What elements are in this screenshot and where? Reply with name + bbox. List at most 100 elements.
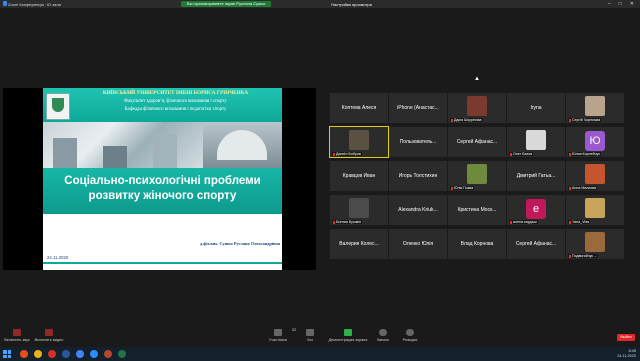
share-screen-label: Демонстрация экрана <box>328 338 368 342</box>
slide-date: 24.11.2020 <box>47 255 69 260</box>
microphone-muted-icon <box>569 220 571 224</box>
unmute-button[interactable]: Включить звук <box>4 329 30 342</box>
presentation-slide: КИЇВСЬКИЙ УНІВЕРСИТЕТ ІМЕНІ БОРИСА ГРІНЧ… <box>43 88 282 270</box>
participant-name: Дмитрий Гатьа... <box>516 173 556 179</box>
participant-tile[interactable]: Кристина Моск... <box>448 195 506 225</box>
excel-icon[interactable] <box>118 350 126 358</box>
slide-divider <box>43 262 282 264</box>
participant-label: Дарія Шкурінова <box>450 118 483 122</box>
participant-tile[interactable]: Ксения Бушмін <box>330 195 388 225</box>
slide-author: д.фіз.вих. Сушко Руслана Олександрівна <box>200 241 280 246</box>
participants-button[interactable]: Участники <box>266 329 290 342</box>
participant-name: Alexandra Kriuk... <box>398 207 438 213</box>
participant-tile[interactable]: Коптева Алеся <box>330 93 388 123</box>
shared-screen-viewer: КИЇВСЬКИЙ УНІВЕРСИТЕТ ІМЕНІ БОРИСА ГРІНЧ… <box>3 88 316 270</box>
participant-tile[interactable]: Yana_Vlas <box>566 195 624 225</box>
file-explorer-icon[interactable] <box>34 350 42 358</box>
leave-meeting-button[interactable]: Выйти <box>617 334 635 341</box>
participant-avatar: Ю <box>585 131 605 151</box>
participant-video <box>467 164 487 184</box>
participant-tile[interactable]: Пользователь... <box>389 127 447 157</box>
participant-label-text: Ксения Бушмін <box>336 220 362 224</box>
minimize-icon[interactable]: – <box>608 1 611 7</box>
campus-building-photo <box>203 122 282 168</box>
powerpoint-icon[interactable] <box>104 350 112 358</box>
participant-name: Оленко Юлія <box>402 241 434 247</box>
participant-label: Анна Малкова <box>568 186 597 190</box>
word-icon[interactable] <box>62 350 70 358</box>
participant-label: Юлия Корнейчук <box>568 152 601 156</box>
participant-tile[interactable]: Олег Бахов <box>507 127 565 157</box>
screen-share-banner: Вы просматриваете экран Руслана Сушко <box>180 1 272 7</box>
participant-label: Ксения Бушмін <box>332 220 363 224</box>
windows-start-icon[interactable] <box>3 350 11 358</box>
participant-name: Пользователь... <box>399 139 437 145</box>
system-clock[interactable]: 8:45 24.11.2020 <box>617 349 636 359</box>
participant-tile[interactable]: Сергей Афанас... <box>507 229 565 259</box>
zoom-logo-icon <box>3 1 7 6</box>
participant-tile[interactable]: Валерия Колес... <box>330 229 388 259</box>
app-icon-red[interactable] <box>48 350 56 358</box>
participant-tile[interactable]: Кравцов Иван <box>330 161 388 191</box>
chat-label: Чат <box>306 338 314 342</box>
camera-off-icon <box>45 329 53 336</box>
participant-name: Iryna <box>530 105 542 111</box>
participant-tile[interactable]: Сергій Чорномаз <box>566 93 624 123</box>
participant-tile[interactable]: Сергей Афанас... <box>448 127 506 157</box>
clock-date: 24.11.2020 <box>617 354 636 358</box>
start-video-button[interactable]: Включить видео <box>34 329 64 342</box>
participant-label: Сергій Чорномаз <box>568 118 602 122</box>
participant-label-text: Юлия Корнейчук <box>572 152 600 156</box>
maximize-icon[interactable]: □ <box>619 1 622 7</box>
participant-label: алена кардаш <box>509 220 538 224</box>
participant-tile[interactable]: Оленко Юлія <box>389 229 447 259</box>
campus-photo <box>43 122 203 168</box>
reactions-button[interactable]: Реакции <box>400 329 420 342</box>
participant-tile[interactable]: iPhone (Анастас... <box>389 93 447 123</box>
participants-label: Участники <box>268 338 288 342</box>
zoom-taskbar-icon[interactable] <box>90 350 98 358</box>
participant-tile[interactable]: Игорь Толстихин <box>389 161 447 191</box>
participant-label-text: Олег Бахов <box>513 152 533 156</box>
participant-name: Кристина Моск... <box>457 207 497 213</box>
view-options-button[interactable]: Настройки просмотра <box>331 2 372 7</box>
participant-label-text: Анна Малкова <box>572 186 596 190</box>
participant-tile[interactable]: Влад Корнова <box>448 229 506 259</box>
participant-name: Влад Корнова <box>460 241 494 247</box>
chevron-up-icon[interactable]: ▲ <box>474 76 480 82</box>
reactions-label: Реакции <box>402 338 418 342</box>
start-video-label: Включить видео <box>34 338 64 342</box>
chrome-icon[interactable] <box>76 350 84 358</box>
participant-video <box>349 130 369 150</box>
participant-tile[interactable]: е алена кардаш <box>507 195 565 225</box>
participant-tile[interactable]: Alexandra Kriuk... <box>389 195 447 225</box>
slide-title: Соціально-психологічні проблеми розвитку… <box>43 174 282 204</box>
meeting-controls: Включить звук Включить видео Участники 3… <box>0 327 640 347</box>
participant-name: Игорь Толстихин <box>398 173 438 179</box>
app-title: Zoom Конференція · ID зала <box>8 1 61 7</box>
participant-tile[interactable]: Юлія Гожва <box>448 161 506 191</box>
windows-taskbar: 8:45 24.11.2020 <box>0 347 640 361</box>
participant-tile[interactable]: Подвигайчук ... <box>566 229 624 259</box>
participant-gallery: Коптева Алеся iPhone (Анастас... Дарія Шку… <box>329 93 624 263</box>
participant-video <box>467 96 487 116</box>
participant-tile[interactable]: Дмитрий Гатьа... <box>507 161 565 191</box>
share-screen-button[interactable]: Демонстрация экрана <box>326 329 370 342</box>
microphone-muted-icon <box>510 220 512 224</box>
participant-tile[interactable]: Анна Малкова <box>566 161 624 191</box>
participant-tile[interactable]: Iryna <box>507 93 565 123</box>
participant-label-text: Юлія Гожва <box>454 186 474 190</box>
chat-button[interactable]: Чат <box>303 329 317 342</box>
participant-video <box>585 198 605 218</box>
participant-video <box>585 96 605 116</box>
slide-title-line-1: Соціально-психологічні проблеми <box>64 175 261 187</box>
microphone-muted-icon <box>451 118 453 122</box>
close-icon[interactable]: ✕ <box>630 1 634 7</box>
opera-icon[interactable] <box>20 350 28 358</box>
participant-label-text: Сергій Чорномаз <box>572 118 601 122</box>
participant-tile[interactable]: Дарія Шкурінова <box>448 93 506 123</box>
participant-tile[interactable]: Ю Юлия Корнейчук <box>566 127 624 157</box>
record-button[interactable]: Запись <box>374 329 392 342</box>
participant-name: Кравцов Иван <box>342 173 376 179</box>
participant-tile[interactable]: Даниїл Бобров <box>329 126 389 158</box>
